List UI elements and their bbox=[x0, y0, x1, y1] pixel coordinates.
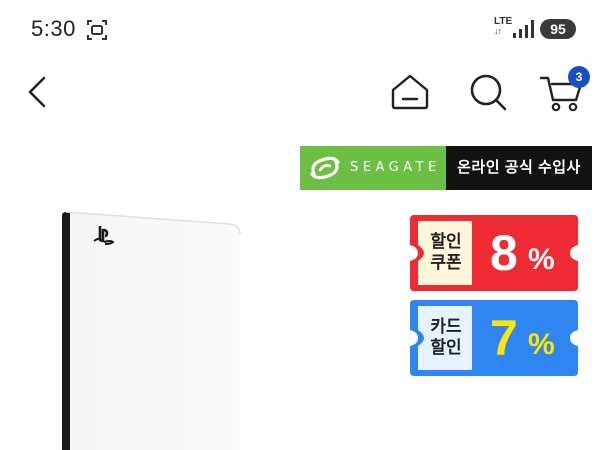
coupon-label: 할인 쿠폰 bbox=[424, 231, 468, 273]
brand-tagline: 온라인 공식 수입사 bbox=[446, 146, 592, 190]
back-arrow-icon[interactable] bbox=[18, 70, 62, 114]
home-icon[interactable] bbox=[388, 70, 432, 114]
seagate-logo: SEAGATE bbox=[300, 146, 446, 190]
network-arrows: ↓↑ bbox=[494, 26, 502, 36]
coupon-unit: % bbox=[528, 328, 555, 361]
coupon-value: 8 bbox=[490, 225, 518, 281]
brand-banner[interactable]: SEAGATE 온라인 공식 수입사 bbox=[300, 146, 592, 190]
coupon-label-line1: 카드 bbox=[430, 317, 462, 336]
seagate-swirl-icon bbox=[310, 156, 340, 180]
search-icon[interactable] bbox=[466, 70, 510, 114]
brand-name: SEAGATE bbox=[350, 160, 441, 175]
coupon-label-line1: 할인 bbox=[430, 232, 462, 251]
status-time: 5:30 bbox=[31, 16, 76, 41]
card-discount-coupon[interactable]: 카드 할인 7 % bbox=[408, 298, 580, 378]
signal-icon bbox=[513, 20, 534, 38]
coupon-label-line2: 쿠폰 bbox=[430, 253, 462, 272]
coupon-value: 7 bbox=[490, 310, 518, 366]
coupon-unit: % bbox=[528, 243, 555, 276]
cart-count-badge: 3 bbox=[568, 66, 590, 88]
coupon-label-line2: 할인 bbox=[430, 338, 462, 357]
product-detail-screen: 5:30 LTE ↓↑ 95 3 SEAGATE 온라인 공식 수입사 할인 쿠… bbox=[0, 0, 600, 450]
status-bar: 5:30 LTE ↓↑ 95 bbox=[0, 0, 600, 60]
screenshot-indicator-icon bbox=[87, 20, 107, 40]
product-image[interactable] bbox=[62, 210, 242, 450]
battery-icon: 95 bbox=[540, 19, 576, 39]
coupon-label: 카드 할인 bbox=[424, 316, 468, 358]
discount-coupon[interactable]: 할인 쿠폰 8 % bbox=[408, 213, 580, 293]
